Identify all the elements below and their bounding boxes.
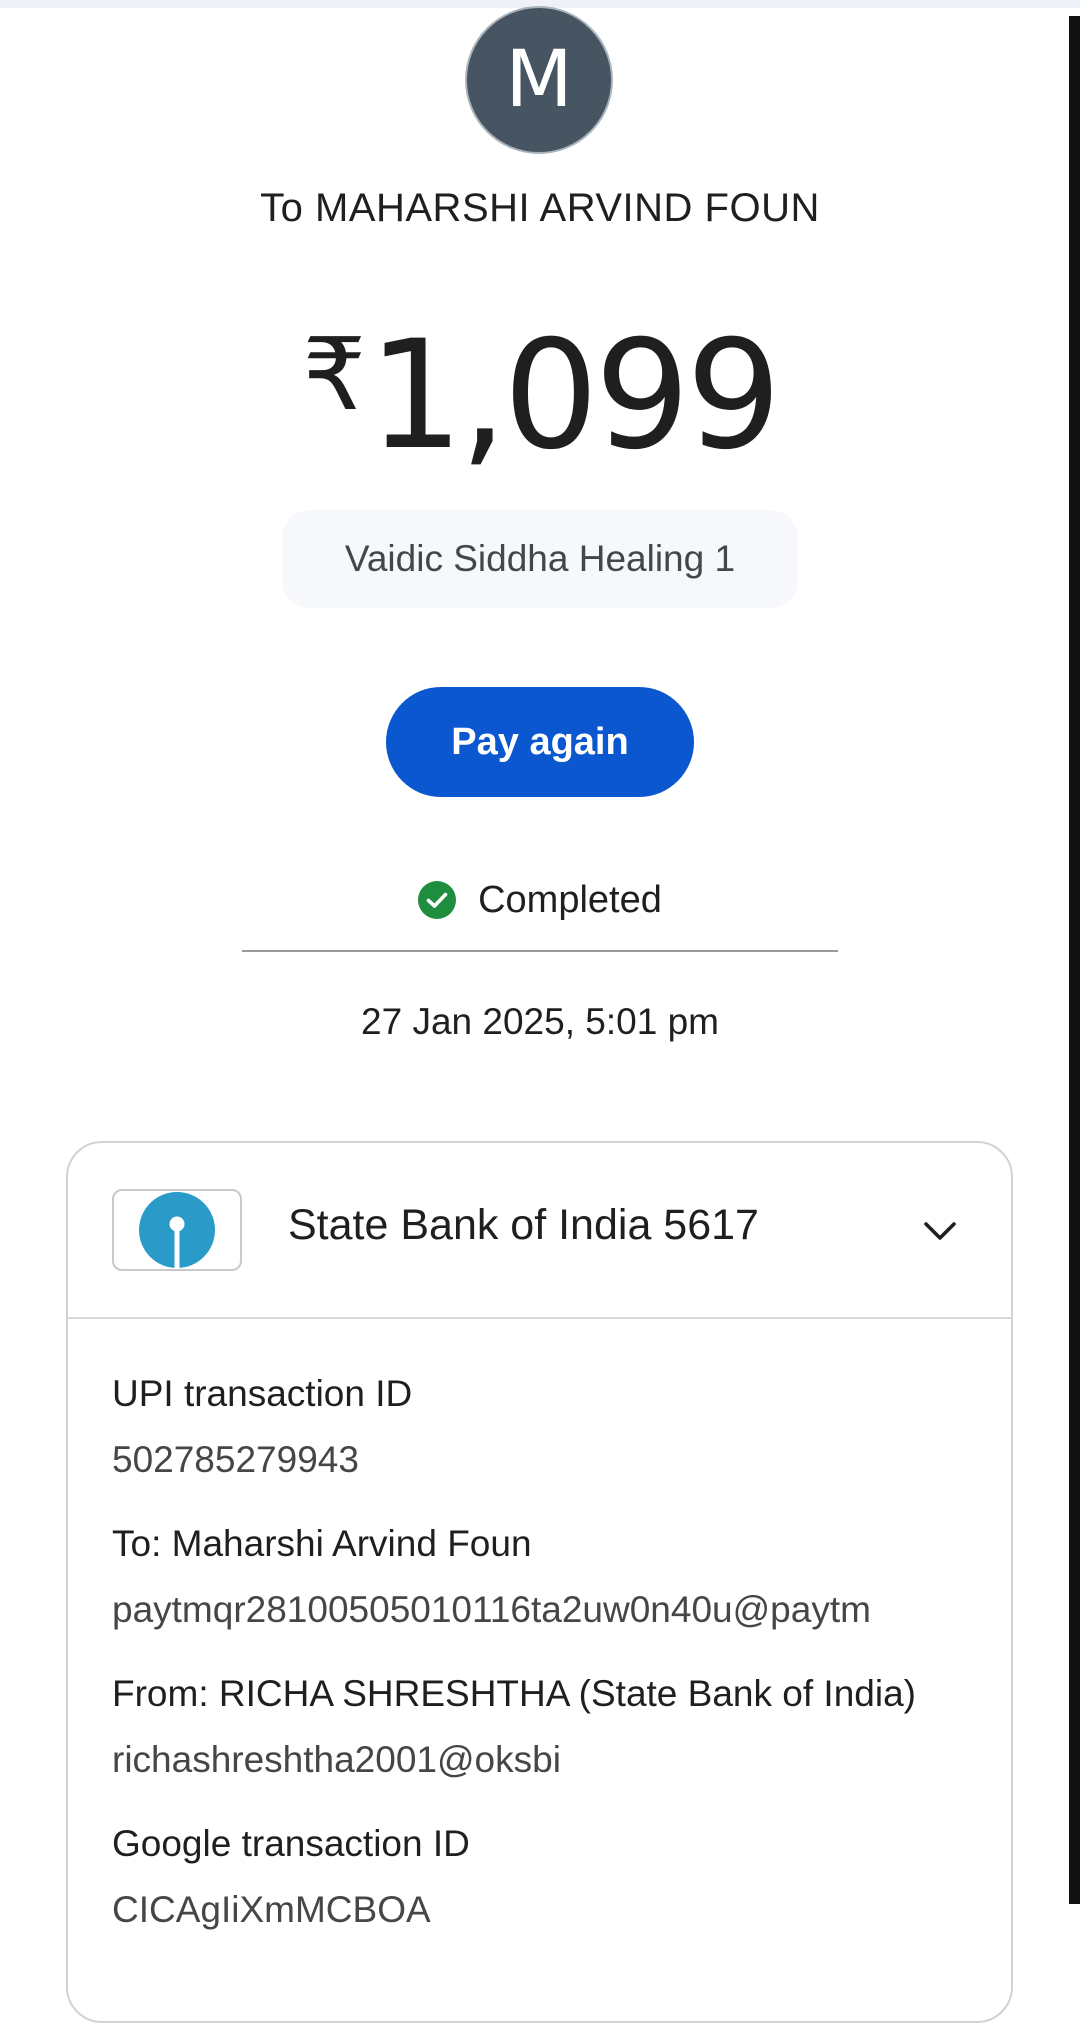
detail-value: richashreshtha2001@oksbi bbox=[112, 1739, 561, 1780]
divider bbox=[242, 950, 838, 952]
amount-value: 1,099 bbox=[368, 309, 781, 483]
pay-again-label: Pay again bbox=[451, 720, 629, 763]
check-circle-icon bbox=[418, 881, 457, 919]
detail-label: From: RICHA SHRESHTHA (State Bank of Ind… bbox=[112, 1673, 916, 1714]
sbi-logo-icon bbox=[139, 1192, 215, 1269]
avatar: M bbox=[465, 6, 613, 154]
detail-label: Google transaction ID bbox=[112, 1823, 470, 1864]
detail-value: paytmqr28100505010116ta2uw0n40u@paytm bbox=[112, 1589, 871, 1630]
detail-google-transaction-id: Google transaction ID CICAgIiXmMCBOA bbox=[112, 1819, 972, 1935]
amount: ₹1,099 bbox=[0, 300, 1080, 471]
detail-to: To: Maharshi Arvind Foun paytmqr28100505… bbox=[112, 1519, 972, 1635]
detail-from: From: RICHA SHRESHTHA (State Bank of Ind… bbox=[112, 1669, 972, 1785]
avatar-initial: M bbox=[505, 35, 573, 125]
transaction-datetime: 27 Jan 2025, 5:01 pm bbox=[361, 1001, 719, 1042]
bank-account-row[interactable]: State Bank of India 5617 bbox=[68, 1143, 1011, 1319]
currency-symbol: ₹ bbox=[302, 316, 367, 433]
detail-value: 502785279943 bbox=[112, 1439, 359, 1480]
payee-title: To MAHARSHI ARVIND FOUN bbox=[260, 186, 820, 230]
bank-name: State Bank of India 5617 bbox=[288, 1201, 759, 1249]
status-row: Completed bbox=[0, 870, 1080, 930]
payment-note: Vaidic Siddha Healing 1 bbox=[282, 510, 798, 608]
transaction-details-card: State Bank of India 5617 UPI transaction… bbox=[66, 1141, 1013, 2023]
detail-label: UPI transaction ID bbox=[112, 1373, 413, 1414]
pay-again-button[interactable]: Pay again bbox=[386, 687, 694, 797]
chevron-down-icon[interactable] bbox=[918, 1209, 962, 1253]
bank-logo bbox=[112, 1189, 242, 1271]
details-list: UPI transaction ID 502785279943 To: Maha… bbox=[112, 1369, 972, 1969]
status-text: Completed bbox=[478, 878, 662, 921]
payment-note-text: Vaidic Siddha Healing 1 bbox=[344, 538, 736, 579]
detail-upi-transaction-id: UPI transaction ID 502785279943 bbox=[112, 1369, 972, 1485]
detail-value: CICAgIiXmMCBOA bbox=[112, 1889, 431, 1930]
detail-label: To: Maharshi Arvind Foun bbox=[112, 1523, 532, 1564]
